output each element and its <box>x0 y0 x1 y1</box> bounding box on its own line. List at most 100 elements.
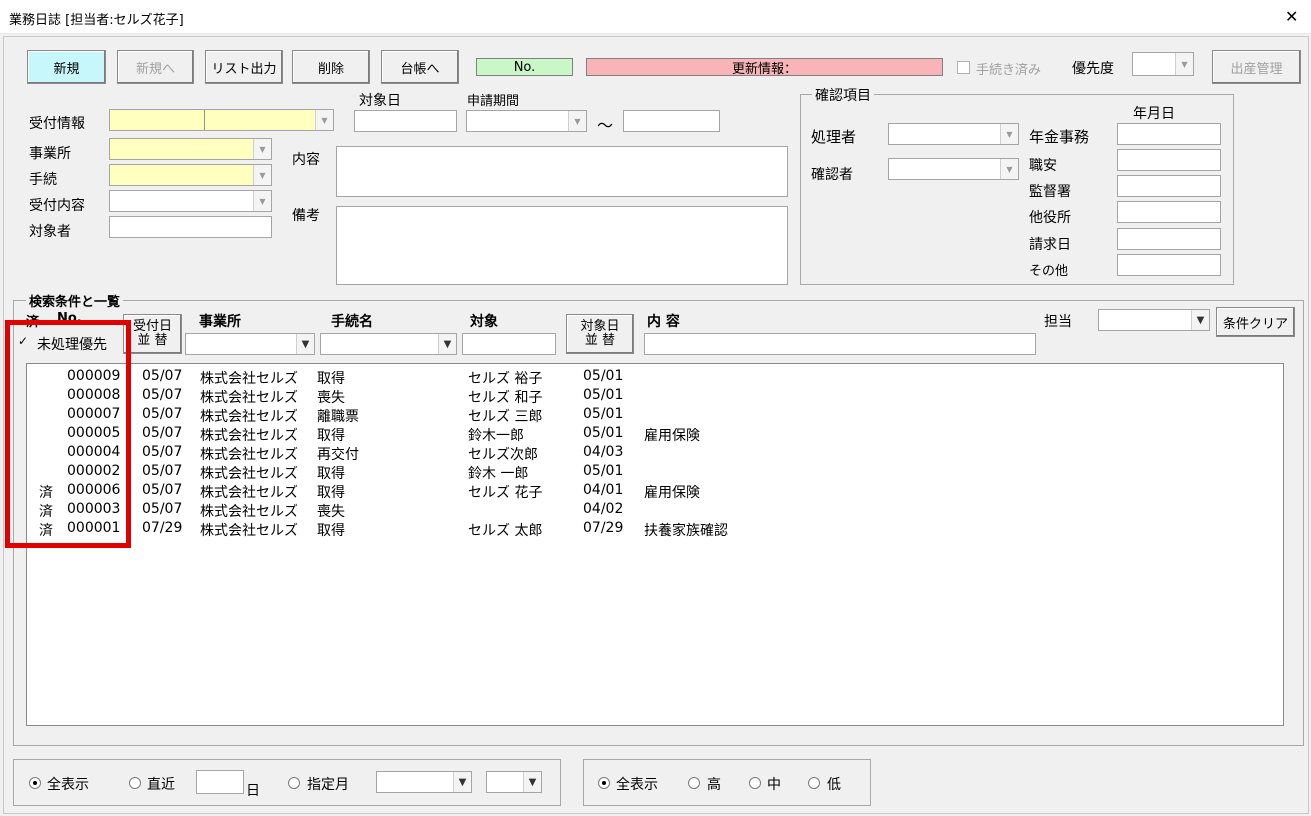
application-period-select[interactable]: ▼ <box>466 110 587 132</box>
priority-low-radio[interactable] <box>808 777 820 789</box>
cell-office: 株式会社セルズ <box>200 447 298 463</box>
chevron-down-icon: ▼ <box>453 772 471 792</box>
cell-reception-date: 05/07 <box>142 425 183 441</box>
chevron-down-icon: ▼ <box>296 334 314 354</box>
processor-select[interactable]: ▼ <box>888 123 1019 145</box>
office-select[interactable]: ▼ <box>109 138 272 160</box>
processor-label: 処理者 <box>811 128 857 146</box>
cell-target-date: 05/01 <box>583 463 624 479</box>
col-procedure-header: 手続名 <box>331 314 373 330</box>
list-item[interactable]: 000005 05/07 株式会社セルズ 取得 鈴木一郎 05/01 雇用保険 <box>27 424 1283 444</box>
clear-conditions-button[interactable]: 条件クリア <box>1216 307 1295 337</box>
cell-reception-date: 05/07 <box>142 463 183 479</box>
recent-radio[interactable] <box>129 777 141 789</box>
labor-standards-date[interactable] <box>1117 175 1221 197</box>
window-title: 業務日誌 [担当者:セルズ花子] <box>9 13 184 28</box>
procedure-done-checkbox[interactable] <box>957 61 970 74</box>
specified-month-radio[interactable] <box>288 777 300 789</box>
confirm-group-caption: 確認項目 <box>812 85 874 105</box>
labor-standards-label: 監督署 <box>1029 184 1071 200</box>
procedure-done-label: 手続き済み <box>976 63 1042 78</box>
billing-date-label: 請求日 <box>1029 237 1071 253</box>
date-filter-panel <box>13 759 561 806</box>
assignee-label: 担当 <box>1044 314 1072 330</box>
cell-target-date: 04/03 <box>583 444 624 460</box>
cell-reception-date: 05/07 <box>142 368 183 384</box>
list-item[interactable]: 000008 05/07 株式会社セルズ 喪失 セルズ 和子 05/01 <box>27 386 1283 406</box>
target-date-label: 対象日 <box>359 93 401 109</box>
cell-office: 株式会社セルズ <box>200 371 298 387</box>
cell-procedure: 取得 <box>317 485 345 501</box>
delete-button[interactable]: 削除 <box>292 50 370 84</box>
result-list[interactable]: 000009 05/07 株式会社セルズ 取得 セルズ 裕子 05/01 000008 05/… <box>26 363 1284 726</box>
content-filter-input[interactable] <box>644 333 1036 355</box>
application-period-end-input[interactable] <box>623 110 720 132</box>
priority-high-label: 高 <box>707 777 721 793</box>
date-header-label: 年月日 <box>1133 106 1175 122</box>
no-display: No. <box>476 58 573 76</box>
specified-month-label: 指定月 <box>307 777 349 793</box>
chevron-down-icon: ▼ <box>1191 310 1209 330</box>
show-all-radio[interactable] <box>29 777 41 789</box>
office-filter-select[interactable]: ▼ <box>185 333 315 355</box>
list-item[interactable]: 000007 05/07 株式会社セルズ 離職票 セルズ 三郎 05/01 <box>27 405 1283 425</box>
chevron-down-icon: ▼ <box>253 165 271 185</box>
target-date-sort-button[interactable]: 対象日 並 替 <box>566 314 634 354</box>
to-ledger-button[interactable]: 台帳へ <box>381 50 459 84</box>
billing-date[interactable] <box>1117 228 1221 250</box>
year-select[interactable]: ▼ <box>486 771 542 793</box>
list-item[interactable]: 000004 05/07 株式会社セルズ 再交付 セルズ次郎 04/03 <box>27 443 1283 463</box>
cell-target: セルズ 太郎 <box>468 523 543 539</box>
content-input[interactable] <box>336 146 788 197</box>
to-new-button[interactable]: 新規へ <box>117 50 194 84</box>
cell-content: 雇用保険 <box>644 428 700 444</box>
pension-office-label: 年金事務 <box>1029 128 1090 146</box>
other-office-date[interactable] <box>1117 201 1221 223</box>
cell-reception-date: 05/07 <box>142 444 183 460</box>
remarks-input[interactable] <box>336 206 788 285</box>
month-select[interactable]: ▼ <box>376 771 472 793</box>
recent-days-input[interactable] <box>196 770 244 794</box>
list-output-button[interactable]: リスト出力 <box>205 50 283 84</box>
cell-target-date: 05/01 <box>583 406 624 422</box>
list-item[interactable]: 000009 05/07 株式会社セルズ 取得 セルズ 裕子 05/01 <box>27 367 1283 387</box>
reception-content-label: 受付内容 <box>29 198 85 214</box>
childbirth-button[interactable]: 出産管理 <box>1212 50 1301 84</box>
employment-office-date[interactable] <box>1117 149 1221 171</box>
list-item[interactable]: 済 000003 05/07 株式会社セルズ 喪失 04/02 <box>27 500 1283 520</box>
cell-procedure: 離職票 <box>317 409 359 425</box>
close-icon[interactable]: ✕ <box>1285 7 1298 26</box>
list-item[interactable]: 済 000006 05/07 株式会社セルズ 取得 セルズ 花子 04/01 雇用保険 <box>27 481 1283 501</box>
assignee-select[interactable]: ▼ <box>1098 309 1210 331</box>
content-label: 内容 <box>292 152 320 168</box>
chevron-down-icon: ▼ <box>1000 124 1018 144</box>
reception-date-sort-button[interactable]: 受付日 並 替 <box>123 314 182 354</box>
reception-content-select[interactable]: ▼ <box>109 190 272 212</box>
show-all-label: 全表示 <box>47 777 89 793</box>
pension-office-date[interactable] <box>1117 123 1221 145</box>
target-filter-input[interactable] <box>462 333 556 355</box>
office-label: 事業所 <box>29 146 71 162</box>
cell-procedure: 取得 <box>317 371 345 387</box>
list-item[interactable]: 済 000001 07/29 株式会社セルズ 取得 セルズ 太郎 07/29 扶養家族確認 <box>27 519 1283 539</box>
other-date[interactable] <box>1117 254 1221 276</box>
priority-select[interactable]: ▼ <box>1132 52 1194 76</box>
priority-mid-radio[interactable] <box>749 777 761 789</box>
chevron-down-icon: ▼ <box>253 139 271 159</box>
list-item[interactable]: 000002 05/07 株式会社セルズ 取得 鈴木 一郎 05/01 <box>27 462 1283 482</box>
cell-office: 株式会社セルズ <box>200 485 298 501</box>
cell-reception-date: 05/07 <box>142 387 183 403</box>
target-date-sort-line2: 並 替 <box>584 333 616 348</box>
chevron-down-icon: ▼ <box>253 191 271 211</box>
target-person-input[interactable] <box>109 216 272 238</box>
confirmer-select[interactable]: ▼ <box>888 158 1019 180</box>
priority-high-radio[interactable] <box>688 777 700 789</box>
new-button[interactable]: 新規 <box>27 50 106 84</box>
target-date-input[interactable] <box>354 110 457 132</box>
procedure-select[interactable]: ▼ <box>109 164 272 186</box>
procedure-filter-select[interactable]: ▼ <box>320 333 457 355</box>
col-office-header: 事業所 <box>199 314 241 330</box>
priority-all-radio[interactable] <box>598 777 610 789</box>
chevron-down-icon: ▼ <box>523 772 541 792</box>
reception-info-select[interactable]: ▼ <box>109 109 334 131</box>
